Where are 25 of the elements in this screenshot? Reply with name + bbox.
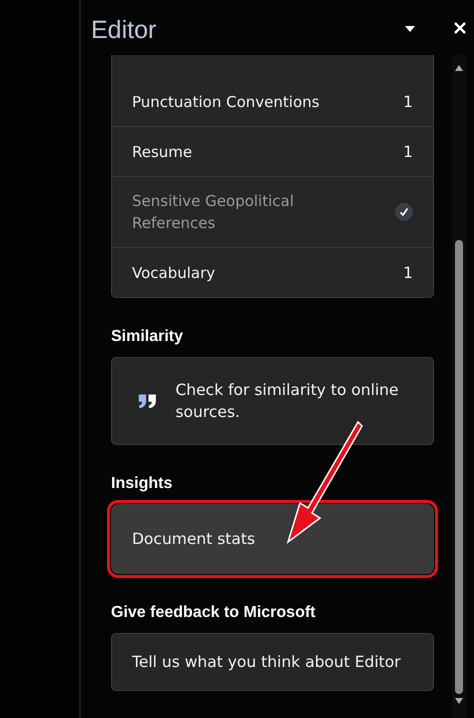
scrollbar[interactable]: [452, 55, 466, 718]
section-heading: Give feedback to Microsoft: [111, 604, 316, 622]
section-heading: Insights: [111, 475, 174, 493]
scroll-up-icon[interactable]: [455, 65, 463, 71]
checkmark-icon: [395, 203, 413, 221]
category-label: Punctuation Conventions: [132, 92, 320, 112]
scroll-down-icon[interactable]: [455, 698, 463, 704]
category-label: Vocabulary: [132, 262, 216, 284]
pane-title: Editor: [91, 16, 158, 45]
category-item[interactable]: Resume 1: [112, 127, 433, 177]
similarity-text: Check for similarity to online sources.: [175, 380, 400, 423]
issue-count: 1: [403, 264, 413, 282]
issue-count: 1: [403, 142, 413, 160]
category-label: Resume: [132, 142, 192, 162]
scrollbar-thumb[interactable]: [455, 240, 463, 694]
category-item[interactable]: Vocabulary 1: [112, 248, 433, 297]
issue-count: 1: [403, 92, 413, 110]
close-icon[interactable]: [454, 22, 466, 34]
category-item[interactable]: Sensitive Geopolitical References: [112, 177, 433, 248]
feedback-button[interactable]: Tell us what you think about Editor: [111, 633, 434, 691]
similarity-card[interactable]: Check for similarity to online sources.: [111, 357, 434, 445]
caret-icon[interactable]: [404, 24, 416, 32]
category-item[interactable]: Punctuation Conventions 1: [112, 77, 433, 127]
category-label: Sensitive Geopolitical References: [132, 191, 295, 234]
section-heading: Similarity: [111, 328, 184, 346]
